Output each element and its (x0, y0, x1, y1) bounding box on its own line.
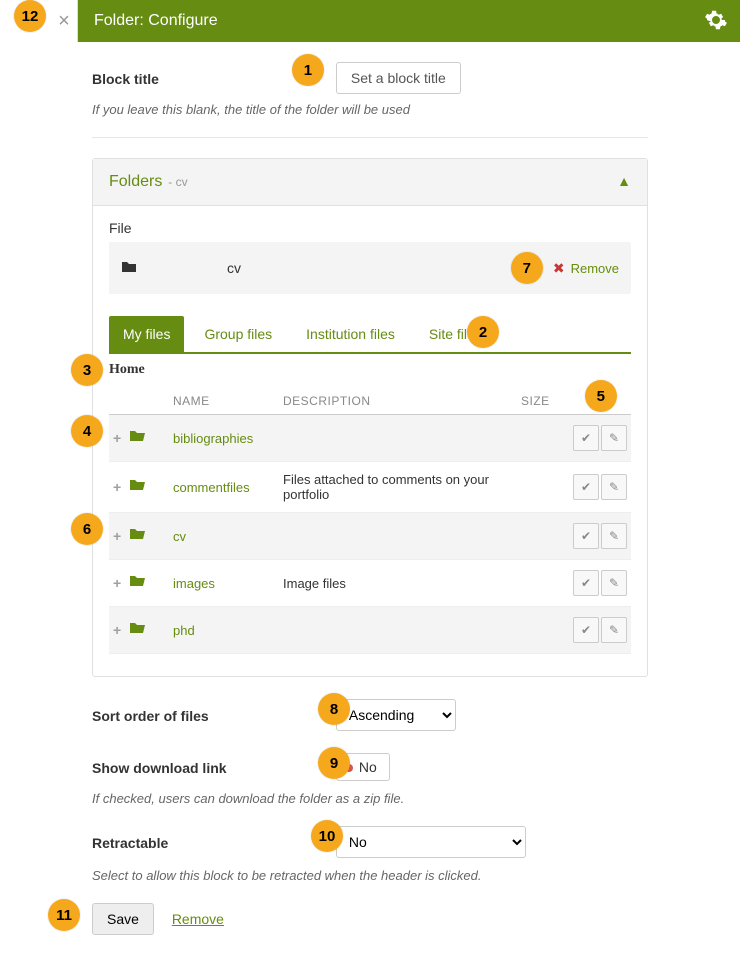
row-description (279, 607, 517, 654)
annotation-badge-4: 4 (71, 415, 103, 447)
add-icon[interactable]: + (113, 430, 121, 446)
add-icon[interactable]: + (113, 479, 121, 495)
select-button check-icon[interactable]: ✔ (573, 570, 599, 596)
breadcrumb[interactable]: Home (109, 354, 631, 384)
folder-link[interactable]: images (173, 576, 215, 591)
divider (92, 137, 648, 138)
sort-order-select[interactable]: Ascending (336, 699, 456, 731)
remove-file-link[interactable]: Remove (571, 261, 619, 276)
folder-link[interactable]: commentfiles (173, 480, 250, 495)
block-title-help: If you leave this blank, the title of th… (92, 102, 648, 117)
select-button check-icon[interactable]: ✔ (573, 617, 599, 643)
folder-open-icon[interactable] (129, 479, 147, 496)
add-icon[interactable]: + (113, 575, 121, 591)
folder-open-icon[interactable] (129, 528, 147, 545)
chevron-up-icon[interactable]: ▲ (617, 173, 631, 189)
select-button check-icon[interactable]: ✔ (573, 474, 599, 500)
col-description: DESCRIPTION (279, 388, 517, 415)
set-block-title-button[interactable]: Set a block title (336, 62, 461, 94)
table-row: + commentfiles Files attached to comment… (109, 462, 631, 513)
folder-open-icon[interactable] (129, 622, 147, 639)
col-name: NAME (169, 388, 279, 415)
dialog-header: × Folder: Configure (78, 0, 740, 42)
close-button close-icon[interactable]: × (51, 0, 78, 42)
folder-link[interactable]: phd (173, 623, 195, 638)
retractable-help: Select to allow this block to be retract… (92, 868, 648, 883)
edit-button pencil-icon[interactable]: ✎ (601, 617, 627, 643)
folder-link[interactable]: bibliographies (173, 431, 253, 446)
add-icon[interactable]: + (113, 528, 121, 544)
files-table: NAME DESCRIPTION SIZE 5 4 + (109, 388, 631, 654)
row-description (279, 513, 517, 560)
row-description (279, 415, 517, 462)
folders-panel: Folders - cv ▲ File cv 7 ✖ Remove My fil… (92, 158, 648, 677)
col-size: SIZE (521, 394, 550, 408)
file-label: File (109, 220, 631, 236)
edit-button pencil-icon[interactable]: ✎ (601, 425, 627, 451)
tab-group-files[interactable]: Group files (190, 316, 286, 352)
table-row: + images Image files ✔✎ (109, 560, 631, 607)
folder-open-icon[interactable] (129, 430, 147, 447)
select-button check-icon[interactable]: ✔ (573, 425, 599, 451)
download-link-label: Show download link (92, 760, 332, 776)
annotation-badge-2: 2 (467, 316, 499, 348)
annotation-badge-10: 10 (311, 820, 343, 852)
annotation-badge-3: 3 (71, 354, 103, 386)
edit-button pencil-icon[interactable]: ✎ (601, 523, 627, 549)
add-icon[interactable]: + (113, 622, 121, 638)
save-button[interactable]: Save (92, 903, 154, 935)
folder-open-icon[interactable] (129, 575, 147, 592)
table-row: + phd ✔✎ (109, 607, 631, 654)
annotation-badge-9: 9 (318, 747, 350, 779)
annotation-badge-6: 6 (71, 513, 103, 545)
retractable-label: Retractable (92, 835, 332, 851)
annotation-badge-5: 5 (585, 380, 617, 412)
select-button check-icon[interactable]: ✔ (573, 523, 599, 549)
tab-my-files[interactable]: My files (109, 316, 184, 352)
folder-icon (121, 260, 137, 277)
dialog-title: Folder: Configure (78, 12, 218, 30)
selected-file-name: cv (227, 260, 241, 276)
annotation-badge-12: 12 (14, 0, 46, 32)
annotation-badge-7: 7 (511, 252, 543, 284)
remove-file-icon[interactable]: ✖ (553, 260, 565, 277)
folders-panel-subtitle: - cv (168, 175, 187, 189)
table-row: 6 + cv ✔✎ (109, 513, 631, 560)
row-description: Files attached to comments on your portf… (279, 462, 517, 513)
gear-icon[interactable] (704, 8, 728, 35)
edit-button pencil-icon[interactable]: ✎ (601, 570, 627, 596)
folders-panel-title: Folders (109, 173, 162, 190)
sort-order-label: Sort order of files (92, 708, 332, 724)
row-description: Image files (279, 560, 517, 607)
file-source-tabs: My files Group files Institution files S… (109, 316, 631, 354)
download-link-help: If checked, users can download the folde… (92, 791, 648, 806)
tab-institution-files[interactable]: Institution files (292, 316, 409, 352)
annotation-badge-1: 1 (292, 54, 324, 86)
folders-panel-header[interactable]: Folders - cv ▲ (93, 159, 647, 206)
retractable-select[interactable]: No (336, 826, 526, 858)
selected-file-row: cv 7 ✖ Remove (109, 242, 631, 294)
annotation-badge-8: 8 (318, 693, 350, 725)
edit-button pencil-icon[interactable]: ✎ (601, 474, 627, 500)
remove-block-link[interactable]: Remove (172, 911, 224, 927)
folder-link[interactable]: cv (173, 529, 186, 544)
annotation-badge-11: 11 (48, 899, 80, 931)
table-row: 4 + bibliographies ✔✎ (109, 415, 631, 462)
